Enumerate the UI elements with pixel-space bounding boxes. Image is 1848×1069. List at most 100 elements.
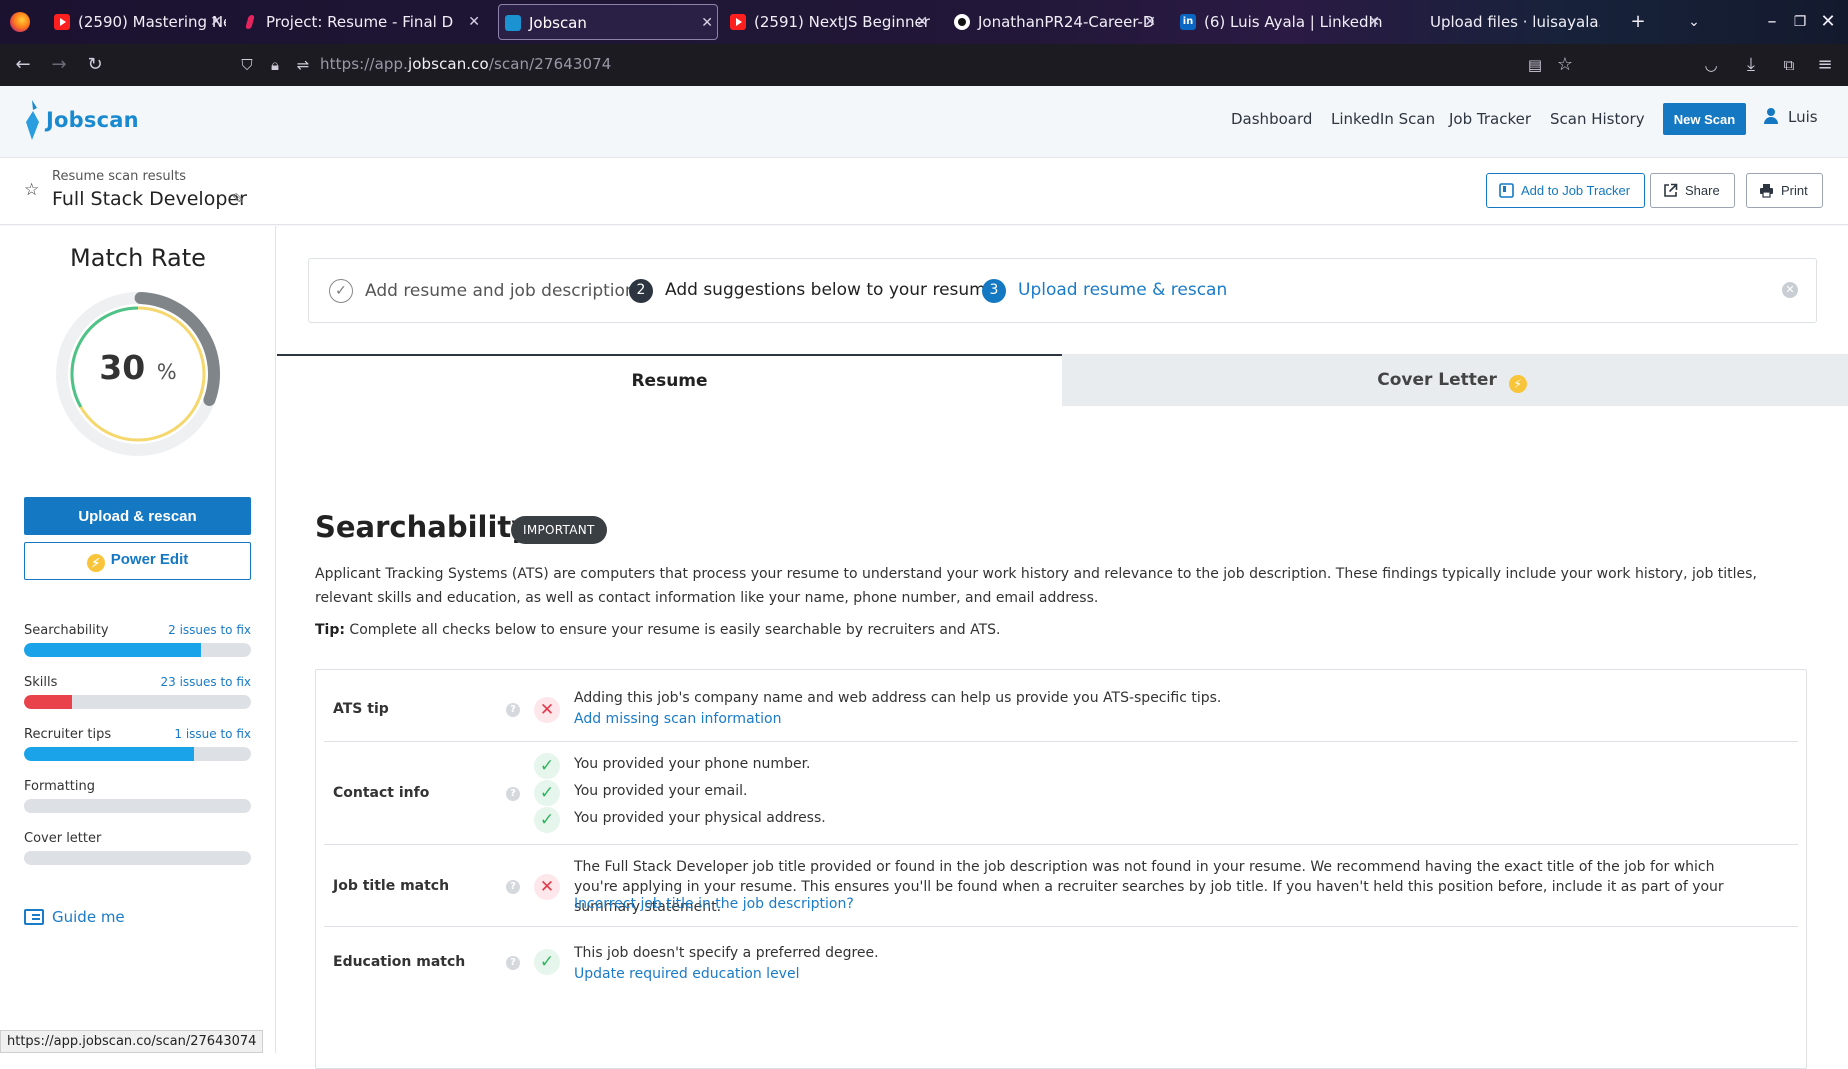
app-menu-icon[interactable]: ≡: [1812, 52, 1838, 78]
tab-resume[interactable]: Resume: [277, 354, 1062, 406]
result-tabs: Resume Cover Letter ⚡︎: [277, 354, 1848, 406]
favorite-star-icon[interactable]: ☆: [24, 180, 39, 200]
metric-name: Skills: [24, 675, 58, 690]
help-icon[interactable]: ?: [506, 703, 520, 717]
nav-dashboard[interactable]: Dashboard: [1231, 110, 1312, 128]
edit-title-icon[interactable]: ✎: [232, 190, 245, 208]
minimize-icon[interactable]: –: [1758, 8, 1786, 36]
lightning-icon: ⚡︎: [1508, 375, 1527, 393]
step-check-icon: ✓: [329, 279, 353, 303]
extensions-icon[interactable]: ⧉: [1776, 52, 1802, 78]
browser-tab[interactable]: Upload files · luisayala3: [1400, 4, 1600, 40]
forward-icon[interactable]: →: [46, 52, 72, 78]
tab-cover-letter[interactable]: Cover Letter ⚡︎: [1062, 354, 1848, 406]
metric-issues-link[interactable]: 23 issues to fix: [161, 675, 252, 689]
lightning-icon: ⚡︎: [86, 553, 105, 572]
check-text: You provided your email.: [574, 783, 748, 799]
lock-icon[interactable]: 🔒︎: [262, 52, 288, 78]
close-window-icon[interactable]: ✕: [1814, 8, 1842, 36]
permissions-icon[interactable]: ⇌: [290, 52, 316, 78]
close-stepper-icon[interactable]: ✕: [1782, 282, 1798, 298]
bookmark-star-icon[interactable]: ☆: [1552, 52, 1578, 78]
user-menu[interactable]: Luis: [1764, 108, 1818, 126]
metric-name: Recruiter tips: [24, 727, 112, 742]
nav-linkedin-scan[interactable]: LinkedIn Scan: [1331, 110, 1435, 128]
project-icon: [242, 14, 258, 30]
help-icon[interactable]: ?: [506, 880, 520, 894]
new-scan-button[interactable]: New Scan: [1663, 103, 1746, 135]
scan-label: Resume scan results: [52, 169, 187, 184]
reload-icon[interactable]: ↻: [82, 52, 108, 78]
add-to-job-tracker-button[interactable]: Add to Job Tracker: [1486, 173, 1646, 208]
tab-title: JonathanPR24-Career-D: [978, 13, 1155, 31]
firefox-menu-icon[interactable]: [10, 12, 30, 32]
nav-job-tracker[interactable]: Job Tracker: [1449, 110, 1531, 128]
browser-tab[interactable]: JonathanPR24-Career-D ✕: [948, 4, 1160, 40]
add-missing-scan-info-link[interactable]: Add missing scan information: [574, 711, 781, 727]
important-badge: IMPORTANT: [511, 516, 607, 544]
metric-name: Cover letter: [24, 831, 102, 846]
browser-tab[interactable]: (2591) NextJS Beginner F ✕: [724, 4, 932, 40]
scan-title: Full Stack Developer: [52, 188, 247, 210]
reader-view-icon[interactable]: ▤: [1522, 52, 1548, 78]
tab-title: (2591) NextJS Beginner F: [754, 13, 932, 31]
restore-icon[interactable]: ❐: [1786, 8, 1814, 36]
github-icon: [954, 14, 970, 30]
browser-tab[interactable]: Project: Resume - Final D ✕: [236, 4, 484, 40]
downloads-icon[interactable]: ⤓: [1738, 52, 1764, 78]
close-tab-icon[interactable]: ✕: [701, 5, 713, 39]
url-bar[interactable]: https://app.jobscan.co/scan/27643074: [320, 55, 611, 73]
help-icon[interactable]: ?: [506, 956, 520, 970]
metric-skills[interactable]: Skills 23 issues to fix: [24, 675, 251, 715]
browser-tab[interactable]: (2590) Mastering Next.js ✕: [48, 4, 226, 40]
metric-cover-letter[interactable]: Cover letter: [24, 831, 251, 871]
power-edit-button[interactable]: ⚡︎ Power Edit: [24, 542, 251, 580]
url-path: /scan/27643074: [488, 55, 612, 73]
new-tab-icon[interactable]: +: [1624, 8, 1652, 36]
help-icon[interactable]: ?: [506, 787, 520, 801]
youtube-icon: [730, 14, 746, 30]
pocket-icon[interactable]: ◡: [1698, 52, 1724, 78]
tab-label: Cover Letter: [1377, 370, 1497, 390]
logo-text: Jobscan: [46, 108, 139, 132]
nav-scan-history[interactable]: Scan History: [1550, 110, 1645, 128]
share-button[interactable]: Share: [1650, 173, 1735, 208]
check-row-ats: ATS tip ? ✕ Adding this job's company na…: [324, 670, 1798, 742]
step-3[interactable]: 3 Upload resume & rescan: [982, 279, 1227, 303]
cross-icon: ✕: [534, 874, 560, 900]
guide-me-link[interactable]: Guide me: [24, 908, 125, 926]
metric-issues-link[interactable]: 2 issues to fix: [168, 623, 251, 637]
progress-stepper: ✓ Add resume and job description 2 Add sug…: [308, 258, 1817, 323]
metric-formatting[interactable]: Formatting: [24, 779, 251, 819]
browser-tab-active[interactable]: Jobscan ✕: [498, 4, 718, 40]
tracker-label: Add to Job Tracker: [1521, 183, 1631, 198]
browser-nav-bar: ← → ↻ ⛉ 🔒︎ ⇌ https://app.jobscan.co/scan…: [0, 44, 1848, 86]
check-text: You provided your phone number.: [574, 756, 811, 772]
sidebar: Match Rate 30 % Upload & rescan ⚡︎ Power …: [0, 226, 276, 1053]
incorrect-job-title-link[interactable]: Incorrect job title in the job descripti…: [574, 896, 854, 912]
shield-icon[interactable]: ⛉: [234, 52, 260, 78]
list-tabs-icon[interactable]: ⌄: [1680, 8, 1708, 36]
close-tab-icon[interactable]: ✕: [1368, 4, 1380, 40]
match-rate-value: 30 %: [48, 348, 228, 387]
match-rate-number: 30: [99, 348, 146, 387]
metric-issues-link[interactable]: 1 issue to fix: [174, 727, 251, 741]
browser-tab[interactable]: in (6) Luis Ayala | LinkedIn ✕: [1174, 4, 1384, 40]
metric-searchability[interactable]: Searchability 2 issues to fix: [24, 623, 251, 663]
close-tab-icon[interactable]: ✕: [468, 4, 480, 40]
guide-label: Guide me: [52, 908, 125, 926]
jobscan-icon: [505, 15, 521, 31]
upload-rescan-button[interactable]: Upload & rescan: [24, 497, 251, 535]
metric-recruiter-tips[interactable]: Recruiter tips 1 issue to fix: [24, 727, 251, 767]
close-tab-icon[interactable]: ✕: [210, 4, 222, 40]
close-tab-icon[interactable]: ✕: [1144, 4, 1156, 40]
check-label: Education match: [333, 954, 466, 970]
section-tip: Tip: Complete all checks below to ensure…: [315, 622, 1001, 638]
print-button[interactable]: Print: [1746, 173, 1823, 208]
metric-bar: [24, 747, 251, 761]
metric-bar: [24, 643, 251, 657]
close-tab-icon[interactable]: ✕: [916, 4, 928, 40]
back-icon[interactable]: ←: [10, 52, 36, 78]
update-education-link[interactable]: Update required education level: [574, 966, 799, 982]
step-2: 2 Add suggestions below to your resume: [629, 279, 996, 303]
